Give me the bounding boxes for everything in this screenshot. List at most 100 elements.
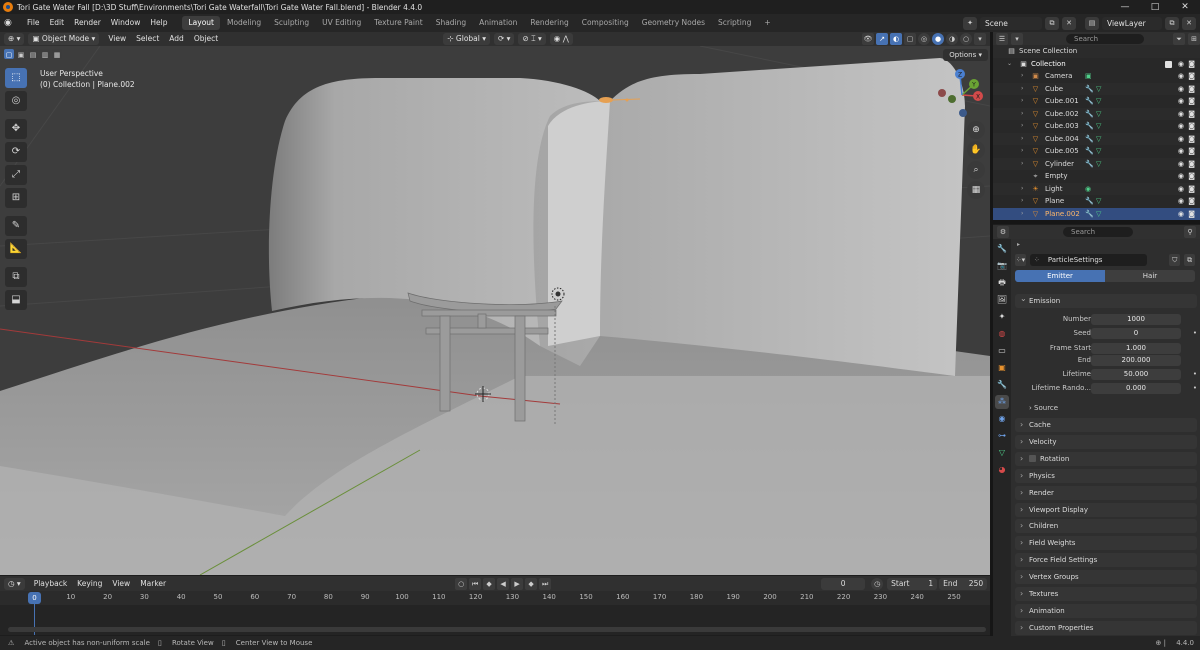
expand-arrow-icon[interactable]: › <box>1021 133 1023 146</box>
view-layer-tab-icon[interactable]: 🖼 <box>995 293 1009 307</box>
pan-hand-icon[interactable]: ✋ <box>967 141 985 159</box>
expand-arrow-icon[interactable]: › <box>1021 145 1023 158</box>
emitter-tab[interactable]: Emitter <box>1015 270 1105 282</box>
render-camera-icon[interactable]: ◙ <box>1188 95 1195 108</box>
property-value-field[interactable]: 1000 <box>1091 314 1181 325</box>
panel-force-field-settings[interactable]: Force Field Settings <box>1015 553 1197 568</box>
properties-editor-type-icon[interactable]: ⚙ <box>997 226 1009 238</box>
render-camera-icon[interactable]: ◙ <box>1188 108 1195 121</box>
render-camera-icon[interactable]: ◙ <box>1188 58 1195 71</box>
outliner-row[interactable]: › ▽ Plane 🔧 ▽ ◉ ◙ <box>993 195 1200 208</box>
modifier-icon[interactable]: 🔧 ▽ <box>1085 158 1101 171</box>
extrude-tool-icon[interactable]: ⬓ <box>5 290 27 310</box>
workspace-tab-texture-paint[interactable]: Texture Paint <box>368 16 428 30</box>
jump-start-icon[interactable]: ⏮ <box>469 577 482 590</box>
xray-icon[interactable]: ▢ <box>904 33 916 45</box>
outliner-row[interactable]: › ▽ Cylinder 🔧 ▽ ◉ ◙ <box>993 157 1200 171</box>
outliner-row[interactable]: › ☀ Light ◉ ◉ ◙ <box>993 182 1200 196</box>
object-tab-icon[interactable]: ▣ <box>995 361 1009 375</box>
workspace-tab-modeling[interactable]: Modeling <box>221 16 267 30</box>
solid-shading-icon[interactable]: ● <box>932 33 944 45</box>
panel-rotation[interactable]: Rotation <box>1015 451 1197 466</box>
playhead[interactable]: 0 <box>28 592 41 604</box>
modifier-icon[interactable]: 🔧 ▽ <box>1085 133 1101 146</box>
panel-custom-properties[interactable]: Custom Properties <box>1015 620 1197 635</box>
eye-icon[interactable]: ◉ <box>1178 120 1184 133</box>
workspace-tab-uv-editing[interactable]: UV Editing <box>316 16 367 30</box>
jump-end-icon[interactable]: ⏭ <box>539 577 552 590</box>
render-camera-icon[interactable]: ◙ <box>1188 83 1195 96</box>
outliner-row[interactable]: › ▽ Cube.003 🔧 ▽ ◉ ◙ <box>993 120 1200 133</box>
property-value-field[interactable]: 0 <box>1091 328 1181 339</box>
workspace-tab-layout[interactable]: Layout <box>182 16 220 30</box>
select-new-icon[interactable]: ▢ <box>4 49 14 59</box>
cursor-tool-icon[interactable]: ◎ <box>5 91 27 111</box>
keyframe-dot-icon[interactable]: • <box>1193 383 1197 394</box>
physics-tab-icon[interactable]: ◉ <box>995 412 1009 426</box>
timeline-menu-keying[interactable]: Keying <box>72 576 107 591</box>
pin-icon[interactable]: ⚲ <box>1184 226 1196 238</box>
add-workspace-button[interactable]: + <box>758 16 776 30</box>
render-camera-icon[interactable]: ◙ <box>1188 120 1195 133</box>
source-subpanel[interactable]: › Source <box>1029 404 1058 412</box>
rotate-tool-icon[interactable]: ⟳ <box>5 142 27 162</box>
keyframe-dot-icon[interactable]: • <box>1193 328 1197 339</box>
property-value-field[interactable]: 200.000 <box>1091 355 1181 366</box>
modifier-icon[interactable]: 🔧 ▽ <box>1085 145 1101 158</box>
render-camera-icon[interactable]: ◙ <box>1188 183 1195 196</box>
menu-render[interactable]: Render <box>69 14 106 32</box>
timeline-editor-type-icon[interactable]: ◷ ▾ <box>4 577 25 590</box>
modifier-icon[interactable]: 🔧 ▽ <box>1085 195 1101 208</box>
workspace-tab-rendering[interactable]: Rendering <box>524 16 574 30</box>
modifier-icon[interactable]: 🔧 ▽ <box>1085 83 1101 96</box>
orientation-dropdown[interactable]: ⊹ Global ▾ <box>443 33 491 45</box>
play-icon[interactable]: ▶ <box>511 577 524 590</box>
eye-icon[interactable]: ◉ <box>1178 170 1184 183</box>
panel-textures[interactable]: Textures <box>1015 587 1197 601</box>
outliner-row[interactable]: › ▽ Cube.004 🔧 ▽ ◉ ◙ <box>993 132 1200 146</box>
blender-menu-icon[interactable]: ◉ <box>4 17 18 29</box>
panel-cache[interactable]: Cache <box>1015 418 1197 432</box>
expand-arrow-icon[interactable]: › <box>1021 108 1023 121</box>
panel-field-weights[interactable]: Field Weights <box>1015 536 1197 551</box>
next-keyframe-icon[interactable]: ◆ <box>525 577 538 590</box>
output-tab-icon[interactable]: 🖶 <box>995 276 1009 290</box>
snap-dropdown[interactable]: ⊘ ⌶ ▾ <box>518 33 546 45</box>
world-tab-icon[interactable]: ◍ <box>995 327 1009 341</box>
eye-icon[interactable]: ◉ <box>1178 58 1184 71</box>
material-tab-icon[interactable]: ◕ <box>995 463 1009 477</box>
workspace-tab-geometry-nodes[interactable]: Geometry Nodes <box>636 16 711 30</box>
scale-tool-icon[interactable]: ⤢ <box>5 165 27 185</box>
eye-icon[interactable]: ◉ <box>1178 195 1184 208</box>
workspace-tab-shading[interactable]: Shading <box>430 16 472 30</box>
transform-tool-icon[interactable]: ⊞ <box>5 188 27 208</box>
menu-help[interactable]: Help <box>145 14 172 32</box>
scene-icon[interactable]: ✦ <box>963 16 977 30</box>
scene-name-field[interactable]: Scene <box>980 16 1042 30</box>
collection-include-checkbox[interactable] <box>1165 60 1172 68</box>
expand-arrow-icon[interactable]: › <box>1021 70 1023 83</box>
area-divider-horizontal[interactable] <box>993 220 1200 224</box>
modifier-icon[interactable]: 🔧 ▽ <box>1085 108 1101 121</box>
rotation-checkbox[interactable] <box>1029 454 1036 462</box>
outliner-row[interactable]: › ▽ Cube.002 🔧 ▽ ◉ ◙ <box>993 107 1200 121</box>
collection-row[interactable]: ⌄ ▣ Collection ◉ ◙ <box>993 58 1200 71</box>
render-camera-icon[interactable]: ◙ <box>1188 133 1195 146</box>
workspace-tab-scripting[interactable]: Scripting <box>712 16 757 30</box>
eye-icon[interactable]: ◉ <box>1178 158 1184 171</box>
new-collection-icon[interactable]: ⊞ <box>1188 32 1200 45</box>
particles-tab-icon[interactable]: ⁂ <box>995 395 1009 409</box>
panel-render[interactable]: Render <box>1015 485 1197 500</box>
pivot-dropdown[interactable]: ⟳ ▾ <box>494 33 515 45</box>
add-cube-tool-icon[interactable]: ⧉ <box>5 267 27 287</box>
outliner-editor-type-icon[interactable]: ☰ <box>996 32 1008 45</box>
outliner-search-input[interactable]: Search <box>1066 33 1144 44</box>
outliner-row[interactable]: › ▣ Camera ▣ ◉ ◙ <box>993 70 1200 83</box>
end-frame-field[interactable]: End 250 <box>939 577 988 590</box>
light-data-icon[interactable]: ◉ <box>1085 183 1091 196</box>
panel-physics[interactable]: Physics <box>1015 468 1197 483</box>
select-invert-icon[interactable]: ▥ <box>40 49 50 59</box>
duplicate-settings-icon[interactable]: ⧉ <box>1184 254 1195 266</box>
expand-arrow-icon[interactable]: › <box>1021 95 1023 108</box>
play-reverse-icon[interactable]: ◀ <box>497 577 510 590</box>
